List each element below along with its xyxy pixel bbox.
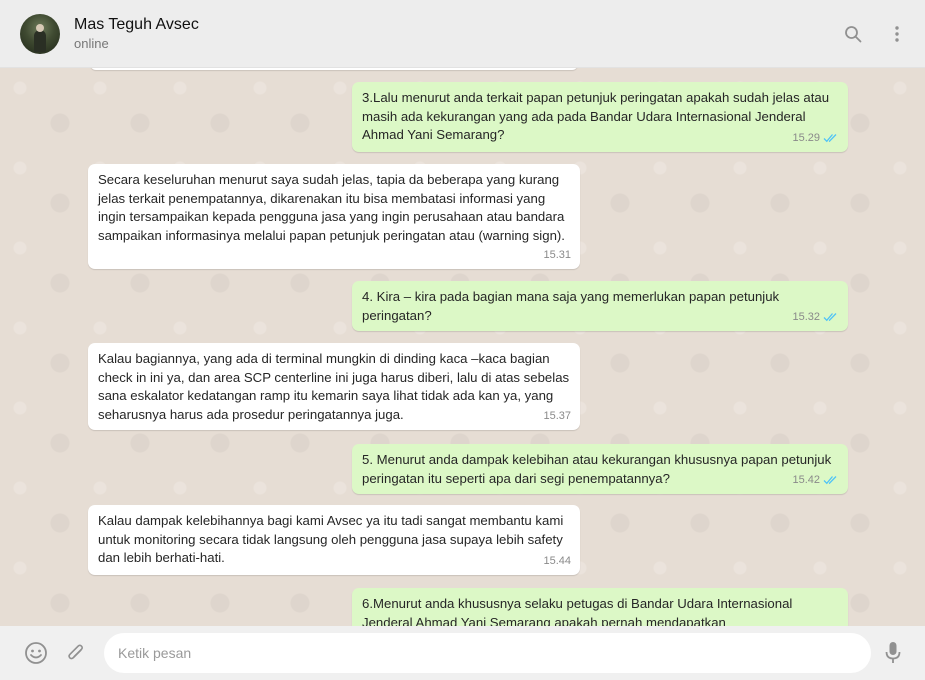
header-actions — [841, 22, 909, 46]
menu-icon[interactable] — [885, 22, 909, 46]
message-input-box — [104, 633, 871, 673]
message-input[interactable] — [118, 645, 857, 661]
double-check-icon — [823, 475, 837, 485]
chat-area[interactable]: 3.Lalu menurut anda terkait papan petunj… — [0, 68, 925, 626]
search-icon[interactable] — [841, 22, 865, 46]
message-incoming[interactable]: Secara keseluruhan menurut saya sudah je… — [88, 164, 580, 269]
message-outgoing[interactable]: 4. Kira – kira pada bagian mana saja yan… — [352, 281, 848, 331]
message-incoming[interactable]: Kalau bagiannya, yang ada di terminal mu… — [88, 343, 580, 430]
double-check-icon — [823, 133, 837, 143]
message-text: 3.Lalu menurut anda terkait papan petunj… — [362, 90, 830, 142]
contact-name: Mas Teguh Avsec — [74, 15, 199, 33]
message-outgoing[interactable]: 5. Menurut anda dampak kelebihan atau ke… — [352, 444, 848, 494]
message-time: 15.42 — [792, 473, 820, 486]
message-text: Secara keseluruhan menurut saya sudah je… — [98, 172, 565, 243]
message-outgoing[interactable]: 6.Menurut anda khususnya selaku petugas … — [352, 588, 848, 626]
contact-status: online — [74, 35, 109, 51]
contact-avatar[interactable] — [20, 13, 60, 54]
message-time: 15.32 — [792, 310, 820, 323]
message-composer — [0, 626, 925, 680]
message-text: 6.Menurut anda khususnya selaku petugas … — [362, 596, 793, 626]
previous-message-edge — [90, 68, 578, 70]
message-time: 15.29 — [792, 131, 820, 144]
chat-header: Mas Teguh Avsec online — [0, 0, 925, 68]
message-time: 15.31 — [543, 248, 571, 261]
message-text: Kalau bagiannya, yang ada di terminal mu… — [98, 351, 570, 422]
message-incoming[interactable]: Kalau dampak kelebihannya bagi kami Avse… — [88, 505, 580, 575]
contact-info[interactable]: Mas Teguh Avsec online — [74, 15, 199, 53]
message-text: 4. Kira – kira pada bagian mana saja yan… — [362, 289, 780, 323]
message-text: 5. Menurut anda dampak kelebihan atau ke… — [362, 452, 832, 486]
mic-icon[interactable] — [879, 639, 907, 667]
message-outgoing[interactable]: 3.Lalu menurut anda terkait papan petunj… — [352, 82, 848, 152]
attach-icon[interactable] — [62, 639, 90, 667]
emoji-icon[interactable] — [22, 639, 50, 667]
message-text: Kalau dampak kelebihannya bagi kami Avse… — [98, 513, 564, 565]
double-check-icon — [823, 312, 837, 322]
message-time: 15.37 — [543, 409, 571, 422]
message-time: 15.44 — [543, 554, 571, 567]
